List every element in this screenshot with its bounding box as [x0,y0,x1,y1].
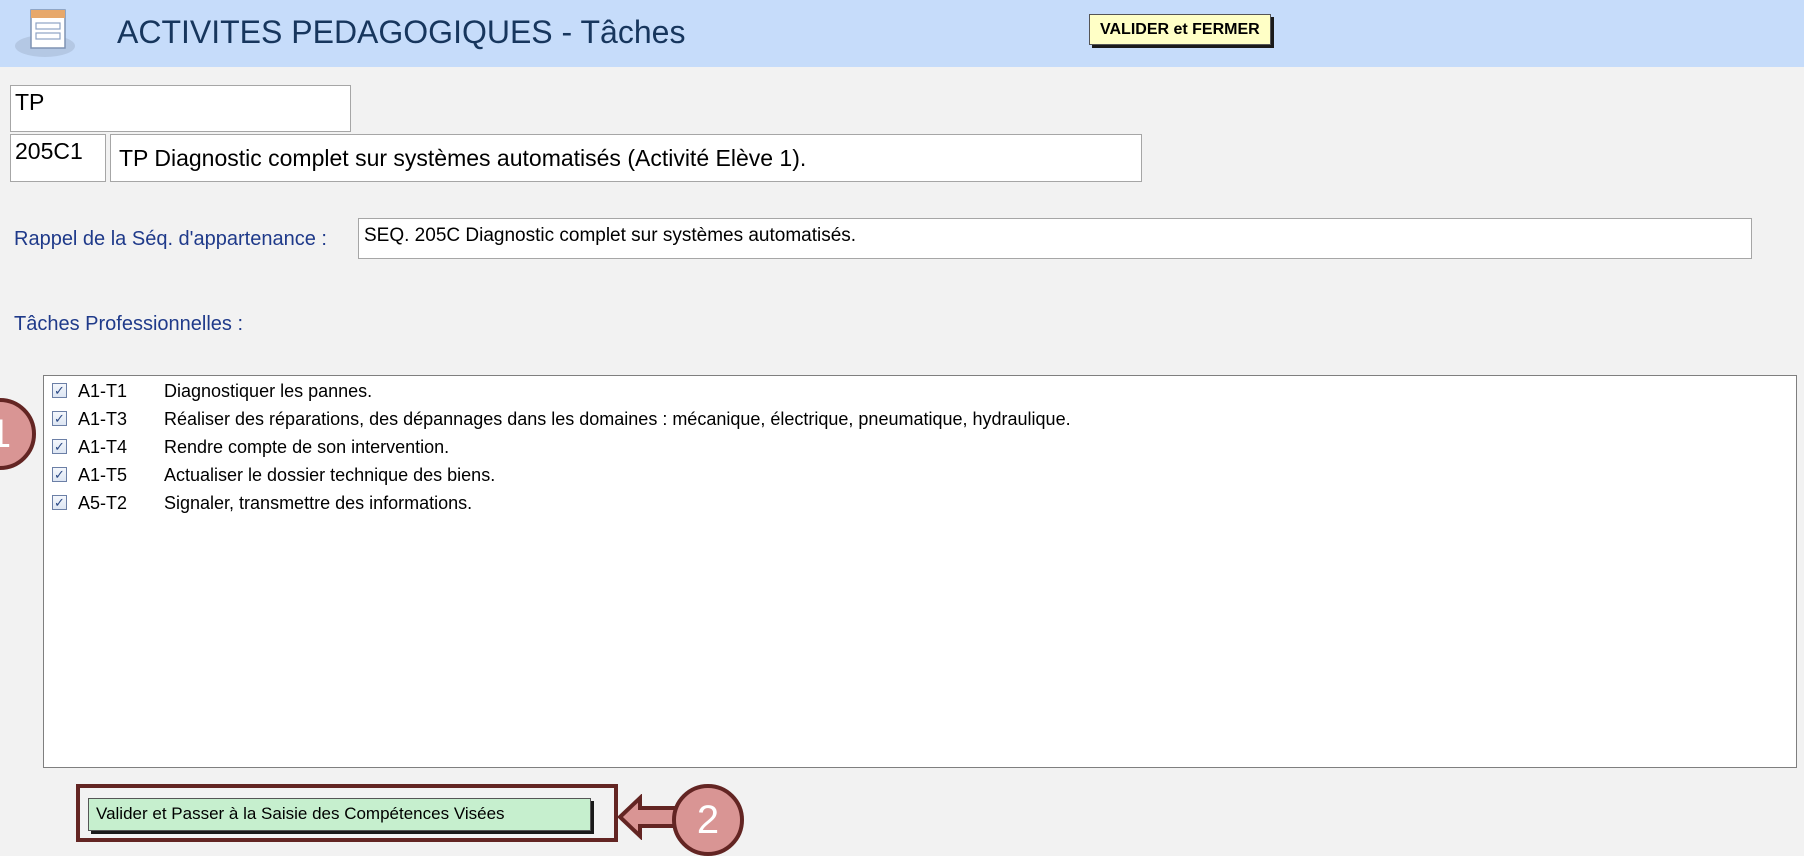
checkbox-checked-icon[interactable]: ✓ [52,411,67,426]
task-text: Actualiser le dossier technique des bien… [164,465,496,485]
task-code: A1-T3 [78,409,128,429]
task-code: A1-T4 [78,437,128,457]
checkbox-checked-icon[interactable]: ✓ [52,383,67,398]
validate-close-button[interactable]: VALIDER et FERMER [1089,14,1271,45]
sequence-field[interactable]: SEQ. 205C Diagnostic complet sur système… [358,218,1752,259]
task-code: A1-T1 [78,381,128,401]
page-title: ACTIVITES PEDAGOGIQUES - Tâches [117,14,686,50]
form-icon [15,9,75,57]
task-text: Réaliser des réparations, des dépannages… [164,409,1071,429]
checkbox-checked-icon[interactable]: ✓ [52,467,67,482]
task-code: A5-T2 [78,493,128,513]
validate-next-button[interactable]: Valider et Passer à la Saisie des Compét… [88,798,591,831]
task-text: Diagnostiquer les pannes. [164,381,373,401]
annotation-badge-1: 1 [0,398,36,470]
task-text: Rendre compte de son intervention. [164,437,450,457]
form-header: ACTIVITES PEDAGOGIQUES - Tâches VALIDER … [0,0,1804,67]
checkbox-checked-icon[interactable]: ✓ [52,439,67,454]
tasks-listbox[interactable]: ✓ A1-T1 Diagnostiquer les pannes. ✓ A1-T… [43,375,1797,768]
task-text: Signaler, transmettre des informations. [164,493,473,513]
left-arrow-icon [618,794,680,840]
tasks-label: Tâches Professionnelles : [14,313,244,335]
activity-type-field[interactable]: TP [10,85,351,132]
activity-code-field[interactable]: 205C1 [10,134,106,182]
sequence-label: Rappel de la Séq. d'appartenance : [14,228,327,250]
annotation-badge-2: 2 [672,784,744,856]
checkbox-checked-icon[interactable]: ✓ [52,495,67,510]
task-code: A1-T5 [78,465,128,485]
activity-description-field[interactable]: TP Diagnostic complet sur systèmes autom… [110,134,1142,182]
